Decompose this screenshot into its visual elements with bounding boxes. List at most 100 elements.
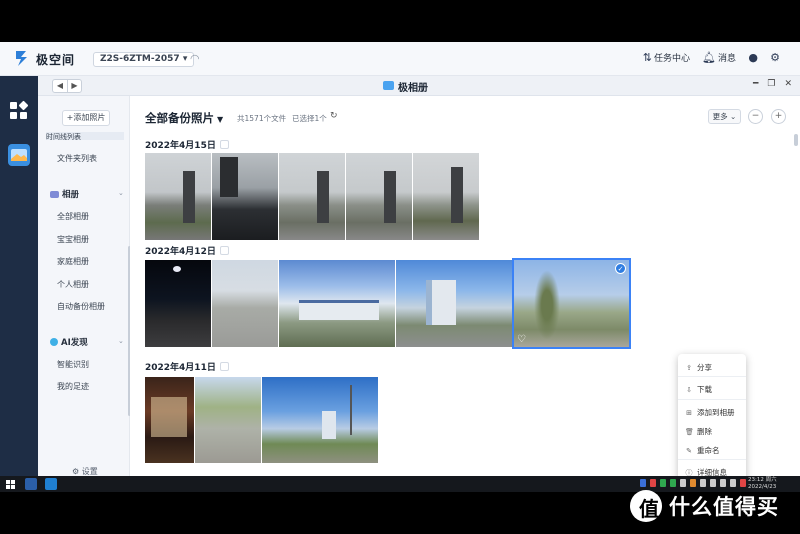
- menu-item-delete[interactable]: 🗑︎ 删除: [685, 426, 712, 437]
- tray-icon[interactable]: [700, 479, 706, 487]
- more-button[interactable]: 更多 ⌄: [708, 109, 741, 124]
- section-checkbox[interactable]: [219, 140, 229, 149]
- selected-check-icon[interactable]: ✓: [615, 263, 626, 274]
- photo-thumbnail-selected[interactable]: ✓ ♡: [512, 258, 631, 349]
- gear-icon[interactable]: ⚙: [770, 51, 780, 64]
- menu-divider: [678, 399, 746, 400]
- photo-thumbnail[interactable]: [413, 153, 479, 240]
- close-icon[interactable]: ✕: [784, 79, 792, 89]
- app-titlebar: ◀ ▶ 极相册 ━ ❐ ✕: [38, 76, 800, 96]
- smzdm-watermark: 值 什么值得买: [630, 490, 779, 522]
- zoom-in-icon[interactable]: +: [771, 109, 786, 124]
- section-checkbox[interactable]: [219, 362, 229, 371]
- windows-start-icon[interactable]: [6, 480, 15, 489]
- sidebar-item-my-footprints[interactable]: 我的足迹: [57, 381, 89, 392]
- sidebar-item-all-albums[interactable]: 全部相册: [57, 211, 89, 222]
- photo-thumbnail[interactable]: [262, 377, 378, 463]
- photo-thumbnail[interactable]: [396, 260, 512, 347]
- sidebar-item-auto-backup-albums[interactable]: 自动备份相册: [57, 301, 105, 312]
- download-icon: ⇩: [686, 385, 692, 394]
- heart-icon[interactable]: ♡: [517, 334, 526, 345]
- back-icon[interactable]: ◀: [53, 80, 67, 92]
- tray-icon[interactable]: [720, 479, 726, 487]
- sidebar-item-family-albums[interactable]: 家庭相册: [57, 256, 89, 267]
- restore-icon[interactable]: ❐: [767, 79, 775, 89]
- photo-thumbnail[interactable]: [279, 260, 395, 347]
- sidebar: +添加照片 时间线列表 文件夹列表 相册 ⌄ 全部相册 宝宝相册 家庭相册 个人…: [38, 96, 131, 492]
- menu-item-share[interactable]: ⇪ 分享: [685, 362, 712, 373]
- smzdm-logo-icon: 值: [630, 490, 662, 522]
- minimize-icon[interactable]: ━: [753, 79, 758, 89]
- tray-icon[interactable]: [640, 479, 646, 487]
- building-shape: [451, 167, 463, 223]
- user-icon[interactable]: ●: [748, 51, 758, 64]
- tray-icon[interactable]: [690, 479, 696, 487]
- sidebar-item-timeline[interactable]: 时间线列表: [46, 132, 124, 140]
- sidebar-item-folder-list[interactable]: 文件夹列表: [57, 153, 97, 164]
- photo-thumbnail[interactable]: [346, 153, 412, 240]
- add-album-icon: ⊞: [686, 408, 692, 417]
- tray-icon[interactable]: [660, 479, 666, 487]
- grid-tile: [18, 100, 29, 111]
- add-photo-button[interactable]: +添加照片: [62, 110, 110, 126]
- chevron-down-icon[interactable]: ⌄: [118, 189, 124, 197]
- tray-icon[interactable]: [740, 479, 746, 487]
- messages-button[interactable]: 🔔︎ 消息: [702, 51, 736, 64]
- photo-thumbnail[interactable]: [145, 260, 211, 347]
- photo-thumbnail[interactable]: [195, 377, 261, 463]
- landscape-icon: [11, 149, 27, 161]
- tray-icon[interactable]: [680, 479, 686, 487]
- sidebar-item-personal-albums[interactable]: 个人相册: [57, 279, 89, 290]
- gear-icon: ⚙: [72, 467, 80, 476]
- device-selector[interactable]: Z2S-6ZTM-2057 ▾: [93, 52, 195, 67]
- photo-app-button[interactable]: [8, 144, 30, 166]
- date-header: 2022年4月11日: [145, 360, 229, 373]
- jikongjian-logo-icon: [16, 51, 27, 66]
- photo-thumbnail[interactable]: [145, 153, 211, 240]
- tray-icon[interactable]: [670, 479, 676, 487]
- building-shape: [299, 300, 379, 320]
- grid-tile: [10, 102, 17, 109]
- photo-thumbnail[interactable]: [212, 153, 278, 240]
- tray-icon[interactable]: [730, 479, 736, 487]
- zoom-out-icon[interactable]: −: [748, 109, 763, 124]
- tray-icon[interactable]: [710, 479, 716, 487]
- photo-grid-area: 全部备份照片 ▼ 共1571个文件 已选择1个 ↻ 更多 ⌄ − + 2022年4…: [130, 96, 800, 492]
- trash-icon: 🗑︎: [685, 427, 694, 436]
- refresh-icon[interactable]: ↻: [330, 111, 338, 121]
- chevron-down-icon[interactable]: ⌄: [118, 337, 124, 345]
- menu-item-add-to-album[interactable]: ⊞ 添加到相册: [685, 407, 734, 418]
- photo-thumbnail[interactable]: [212, 260, 278, 347]
- photo-thumbnail[interactable]: [279, 153, 345, 240]
- grid-tile: [10, 112, 17, 119]
- date-header: 2022年4月12日: [145, 244, 229, 257]
- menu-divider: [678, 459, 746, 460]
- sidebar-item-smart-recognition[interactable]: 智能识别: [57, 359, 89, 370]
- tray-icon[interactable]: [650, 479, 656, 487]
- sidebar-group-albums[interactable]: 相册: [50, 188, 79, 200]
- menu-item-download[interactable]: ⇩ 下载: [685, 384, 712, 395]
- forward-icon[interactable]: ▶: [67, 80, 81, 92]
- left-rail: [0, 76, 38, 492]
- street-light-shape: [173, 266, 181, 272]
- main-scrollbar[interactable]: [794, 134, 798, 146]
- device-name: Z2S-6ZTM-2057: [100, 54, 180, 64]
- clock[interactable]: 23:12 周六 2022/4/23: [748, 477, 777, 491]
- wifi-icon: ◠: [190, 52, 200, 65]
- task-center-button[interactable]: ⇅ 任务中心: [643, 51, 690, 64]
- app-title: 极相册: [398, 83, 428, 94]
- page-title[interactable]: 全部备份照片 ▼: [145, 110, 223, 126]
- taskbar-app-window[interactable]: [45, 478, 57, 490]
- top-bar: 极空间 Z2S-6ZTM-2057 ▾ ◠ ⇅ 任务中心 🔔︎ 消息 ● ⚙: [0, 42, 800, 76]
- building-shape: [384, 171, 396, 223]
- apps-grid-button[interactable]: [8, 100, 30, 122]
- taskbar-app-jikongjian[interactable]: [25, 478, 37, 490]
- sidebar-group-ai-discover[interactable]: AI发现: [50, 336, 88, 348]
- menu-item-rename[interactable]: ✎ 重命名: [685, 445, 719, 456]
- share-icon: ⇪: [686, 363, 692, 372]
- section-checkbox[interactable]: [219, 246, 229, 255]
- sidebar-item-baby-albums[interactable]: 宝宝相册: [57, 234, 89, 245]
- poster-shape: [151, 397, 187, 437]
- photo-thumbnail[interactable]: [145, 377, 194, 463]
- brand-name: 极空间: [36, 53, 76, 67]
